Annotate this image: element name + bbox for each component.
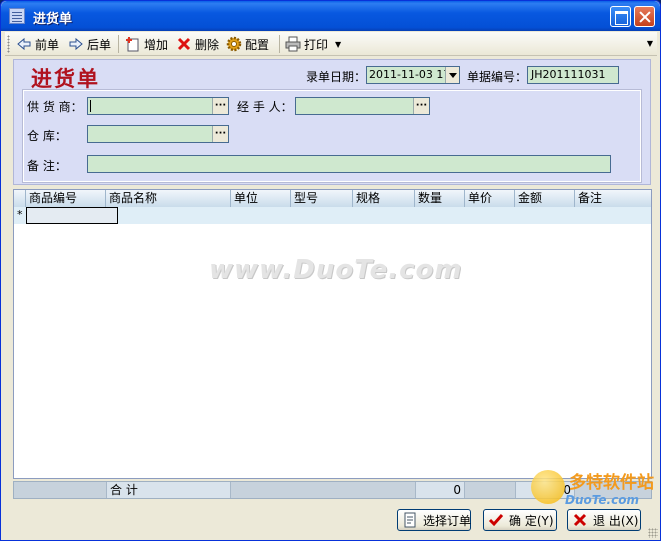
warehouse-browse-button[interactable]: ··· xyxy=(212,126,228,142)
toolbar-separator xyxy=(279,35,280,53)
date-picker[interactable]: 2011-11-03 17 xyxy=(366,66,460,84)
delete-label: 删除 xyxy=(195,37,220,52)
handler-browse-button[interactable]: ··· xyxy=(413,98,429,114)
maximize-button[interactable] xyxy=(610,6,631,27)
date-value: 2011-11-03 17 xyxy=(369,68,451,81)
toolbar-separator xyxy=(118,35,119,53)
checkmark-icon xyxy=(488,512,504,528)
doc-no-field[interactable]: JH201111031 xyxy=(527,66,619,84)
document-icon xyxy=(402,512,418,528)
column-header[interactable]: 型号 xyxy=(291,190,353,207)
items-grid[interactable]: 商品编号 商品名称 单位 型号 规格 数量 单价 金额 备注 * xyxy=(13,189,652,479)
add-document-icon xyxy=(125,36,141,52)
next-button[interactable]: 后单 xyxy=(65,34,114,54)
doc-no-label: 单据编号： xyxy=(467,70,528,84)
select-order-button[interactable]: 选择订单 xyxy=(397,509,471,531)
prev-button[interactable]: 前单 xyxy=(13,34,62,54)
add-button[interactable]: 增加 xyxy=(122,34,171,54)
app-icon xyxy=(9,8,25,24)
select-order-label: 选择订单 xyxy=(423,513,472,528)
table-row[interactable]: * xyxy=(14,207,651,224)
remark-label: 备 注： xyxy=(27,159,67,173)
warehouse-input[interactable]: ··· xyxy=(87,125,229,143)
printer-icon xyxy=(285,36,301,52)
delete-button[interactable]: 删除 xyxy=(173,34,222,54)
column-header[interactable]: 商品编号 xyxy=(26,190,106,207)
column-header[interactable]: 单价 xyxy=(465,190,515,207)
ok-button[interactable]: 确 定(Y) xyxy=(483,509,557,531)
toolbar: 前单 后单 增加 删除 配置 打印 ▼ ▼ xyxy=(5,32,657,56)
close-button[interactable] xyxy=(634,6,655,27)
grid-header: 商品编号 商品名称 单位 型号 规格 数量 单价 金额 备注 xyxy=(14,190,651,207)
form-heading: 进货单 xyxy=(31,66,100,91)
purchase-order-window: 进货单 前单 后单 增加 删除 配置 打印 ▼ ▼ 进货单 录单日期： 2011… xyxy=(0,0,661,541)
supplier-browse-button[interactable]: ··· xyxy=(212,98,228,114)
title-bar[interactable]: 进货单 xyxy=(1,1,660,31)
prev-label: 前单 xyxy=(35,37,60,52)
supplier-input[interactable]: ··· xyxy=(87,97,229,115)
new-row-marker: * xyxy=(17,208,23,221)
add-label: 增加 xyxy=(144,37,169,52)
chevron-down-icon[interactable]: ▼ xyxy=(335,40,341,49)
column-header[interactable]: 单位 xyxy=(231,190,291,207)
date-label: 录单日期： xyxy=(306,70,367,84)
exit-label: 退 出(X) xyxy=(593,513,639,528)
supplier-label: 供 货 商： xyxy=(27,100,83,114)
close-x-icon xyxy=(572,512,588,528)
handler-label: 经 手 人： xyxy=(237,100,293,114)
watermark: www.DuoTe.com xyxy=(209,255,463,285)
column-header[interactable]: 数量 xyxy=(415,190,465,207)
window-title: 进货单 xyxy=(33,12,73,27)
quantity-total: 0 xyxy=(453,483,461,497)
text-cursor xyxy=(90,100,91,112)
arrow-left-icon xyxy=(16,36,32,52)
column-header[interactable]: 规格 xyxy=(353,190,415,207)
table-cell-editor[interactable] xyxy=(26,207,118,224)
print-button[interactable]: 打印 ▼ xyxy=(282,34,344,54)
delete-x-icon xyxy=(176,36,192,52)
exit-button[interactable]: 退 出(X) xyxy=(567,509,641,531)
print-label: 打印 xyxy=(304,37,329,52)
handler-input[interactable]: ··· xyxy=(295,97,430,115)
totals-label: 合 计 xyxy=(110,483,138,497)
ok-label: 确 定(Y) xyxy=(509,513,554,528)
config-label: 配置 xyxy=(245,37,270,52)
config-button[interactable]: 配置 xyxy=(223,34,272,54)
toolbar-grip[interactable] xyxy=(7,35,10,53)
column-header[interactable]: 商品名称 xyxy=(106,190,231,207)
warehouse-label: 仓 库： xyxy=(27,129,67,143)
dropdown-arrow-icon[interactable] xyxy=(445,67,459,83)
remark-input[interactable] xyxy=(87,155,611,173)
row-indicator-header xyxy=(14,190,26,207)
column-header[interactable]: 备注 xyxy=(575,190,651,207)
next-label: 后单 xyxy=(87,37,112,52)
gear-icon xyxy=(226,36,242,52)
column-header[interactable]: 金额 xyxy=(515,190,575,207)
resize-grip-icon[interactable] xyxy=(648,528,658,538)
toolbar-overflow-chevron-icon[interactable]: ▼ xyxy=(647,39,653,48)
amount-total: 0 xyxy=(563,483,571,497)
arrow-right-icon xyxy=(68,36,84,52)
totals-bar: 合 计 0 0 xyxy=(13,481,652,499)
